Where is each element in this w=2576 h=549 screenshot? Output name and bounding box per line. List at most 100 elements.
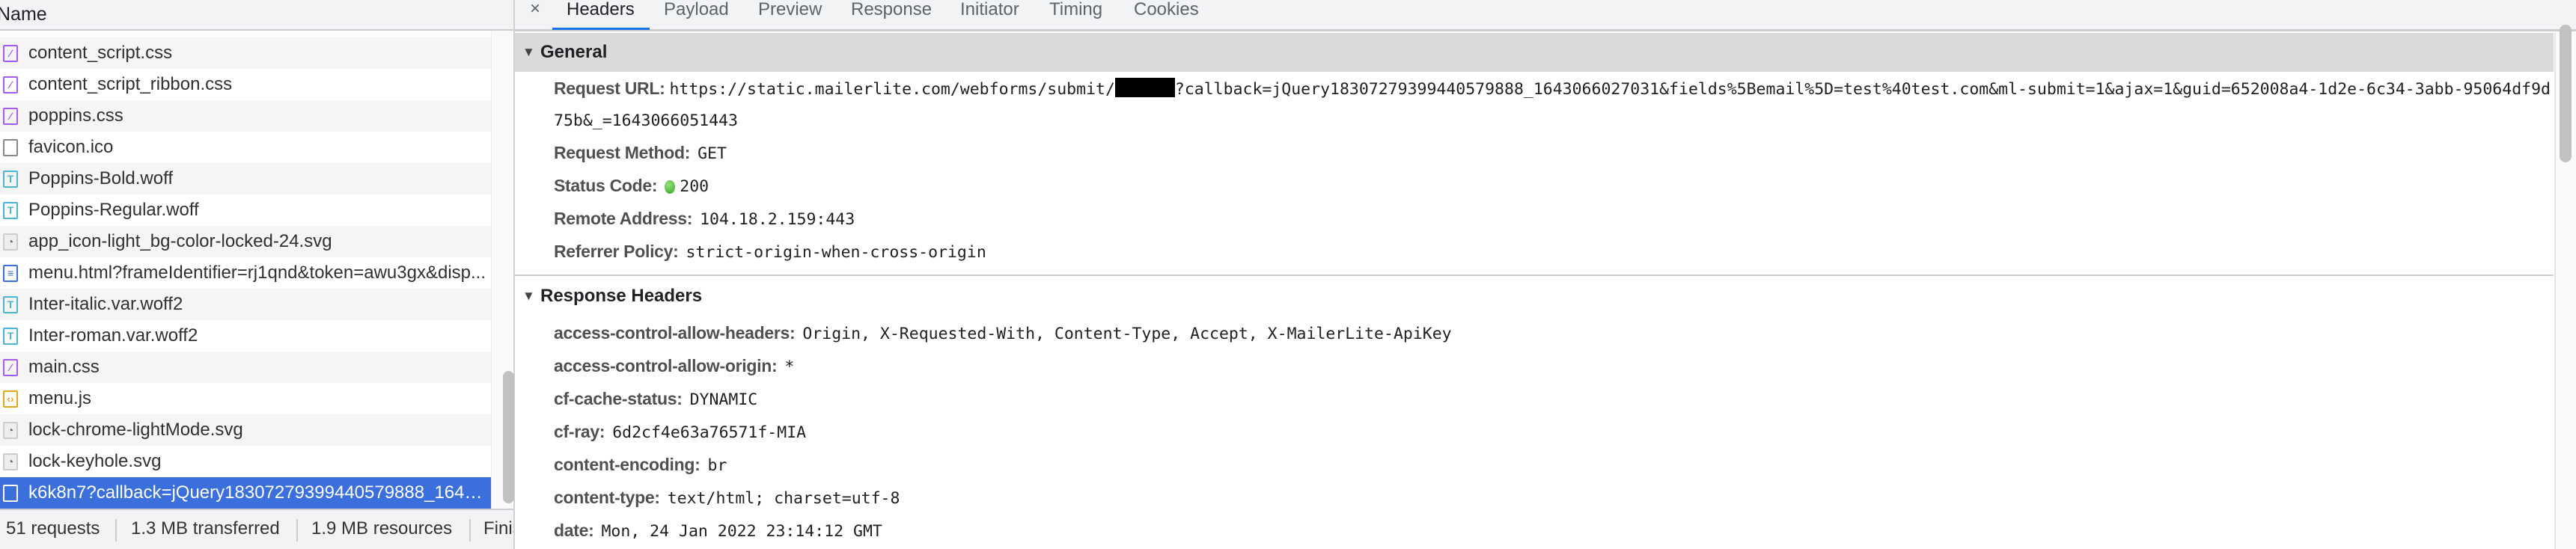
header-name: content-encoding: (554, 455, 701, 474)
request-name: main.css (28, 357, 100, 377)
redaction-block (1114, 78, 1175, 97)
request-row[interactable]: k6k8n7?callback=jQuery183072793994405798… (0, 477, 491, 509)
request-row[interactable]: T Poppins-Regular.woff (0, 194, 491, 226)
request-row[interactable]: T Inter-roman.var.woff2 (0, 320, 491, 352)
font-icon: T (3, 296, 18, 313)
header-name: cf-cache-status: (554, 389, 683, 408)
document-icon: ≡ (3, 265, 18, 282)
request-name: menu.js (28, 388, 92, 408)
request-row[interactable]: ⁄ content_script.css (0, 37, 491, 69)
header-row: cf-cache-status: DYNAMIC (554, 382, 2545, 417)
header-value[interactable]: 6d2cf4e63a76571f-MIA (612, 423, 806, 442)
request-row[interactable]: ◔ lock-keyhole.svg (0, 446, 491, 477)
request-name: app_icon-light_bg-color-locked-24.svg (28, 231, 332, 251)
request-name: Inter-roman.var.woff2 (28, 325, 198, 346)
tab-payload[interactable]: Payload (664, 0, 729, 19)
header-name: Remote Address: (554, 209, 693, 228)
request-url-row: Request URL: https://static.mailerlite.co… (554, 73, 2552, 136)
stylesheet-icon: ⁄ (3, 108, 18, 125)
header-value[interactable]: Mon, 24 Jan 2022 23:14:12 GMT (601, 522, 882, 541)
request-row[interactable]: ≡ menu.html?frameIdentifier=rj1qnd&token=… (0, 257, 491, 289)
transferred-size: 1.3 MB transferred (131, 518, 280, 539)
header-row: Referrer Policy: strict-origin-when-cross… (554, 235, 2545, 269)
tab-initiator[interactable]: Initiator (960, 0, 1019, 19)
header-row: Remote Address: 104.18.2.159:443 (554, 202, 2545, 236)
request-name: Poppins-Regular.woff (28, 200, 199, 220)
header-row: cf-ray: 6d2cf4e63a76571f-MIA (554, 415, 2545, 450)
tab-cookies[interactable]: Cookies (1134, 0, 1199, 19)
request-details-panel: × Headers Payload Preview Response Initiator… (515, 0, 2576, 549)
general-section-title: General (540, 42, 608, 62)
header-name: access-control-allow-headers: (554, 323, 796, 343)
header-name: date: (554, 521, 594, 540)
details-scrollbar-thumb[interactable] (2560, 25, 2572, 162)
status-ok-icon (665, 180, 676, 194)
header-row: date: Mon, 24 Jan 2022 23:14:12 GMT (554, 514, 2545, 548)
response-headers-title: Response Headers (540, 286, 703, 306)
request-row[interactable]: favicon.ico (0, 132, 491, 163)
close-icon[interactable]: × (530, 0, 540, 18)
header-value[interactable]: text/html; charset=utf-8 (668, 489, 900, 508)
name-column-header[interactable]: Name (0, 0, 513, 31)
tab-preview[interactable]: Preview (758, 0, 822, 19)
finish-time: Finis (483, 518, 513, 539)
header-value[interactable]: DYNAMIC (690, 390, 758, 409)
divider (296, 519, 298, 542)
header-name: content-type: (554, 488, 660, 507)
header-value[interactable]: Origin, X-Requested-With, Content-Type, … (802, 325, 1451, 343)
header-row: access-control-allow-origin: * (554, 349, 2545, 384)
header-name: Referrer Policy: (554, 242, 679, 261)
request-row[interactable]: ⁄ poppins.css (0, 100, 491, 132)
response-headers-section-toggle[interactable]: ▼ Response Headers (515, 277, 2554, 316)
request-url-value[interactable]: https://static.mailerlite.com/webforms/s… (554, 78, 2551, 130)
divider (469, 519, 471, 542)
request-row[interactable]: ‹› menu.js (0, 383, 491, 414)
header-name: access-control-allow-origin: (554, 356, 778, 375)
request-name: k6k8n7?callback=jQuery183072793994405798… (28, 482, 491, 503)
general-section-toggle[interactable]: ▼ General (515, 33, 2554, 72)
stylesheet-icon: ⁄ (3, 359, 18, 376)
request-name: favicon.ico (28, 137, 114, 157)
request-row[interactable]: ⁄ main.css (0, 352, 491, 383)
script-icon: ‹› (3, 390, 18, 408)
header-row: content-encoding: br (554, 448, 2545, 482)
request-list-panel: Name ⁄ content_script.css ⁄ content_script_… (0, 0, 515, 549)
triangle-down-icon: ▼ (522, 45, 535, 59)
tab-headers[interactable]: Headers (567, 0, 635, 19)
request-list: ⁄ content_script.css ⁄ content_script_ribbo… (0, 31, 491, 509)
request-row[interactable]: ⁄ content_script_ribbon.css (0, 69, 491, 100)
request-name: lock-chrome-lightMode.svg (28, 420, 243, 440)
section-divider (515, 274, 2554, 276)
header-value[interactable]: br (708, 456, 727, 475)
request-name: menu.html?frameIdentifier=rj1qnd&token=a… (28, 263, 486, 283)
header-value[interactable]: strict-origin-when-cross-origin (686, 243, 986, 262)
header-value[interactable]: 200 (680, 177, 709, 196)
header-value[interactable]: * (784, 358, 794, 376)
headers-content: ▼ General Request URL: https://static.mail… (515, 33, 2554, 549)
request-row[interactable]: ◔ app_icon-light_bg-color-locked-24.svg (0, 226, 491, 257)
request-url-label: Request URL: (554, 79, 665, 98)
header-row: content-type: text/html; charset=utf-8 (554, 481, 2545, 515)
file-icon (3, 485, 18, 502)
request-row-partial[interactable] (0, 31, 491, 37)
header-name: Request Method: (554, 143, 691, 162)
request-name: Inter-italic.var.woff2 (28, 294, 183, 314)
header-row: Request Method: GET (554, 136, 2545, 171)
request-row[interactable]: ◔ lock-chrome-lightMode.svg (0, 414, 491, 446)
request-name: content_script.css (28, 43, 173, 63)
header-value[interactable]: GET (698, 144, 727, 163)
request-name: content_script_ribbon.css (28, 74, 233, 94)
request-row[interactable]: T Inter-italic.var.woff2 (0, 289, 491, 320)
active-tab-indicator (552, 28, 650, 30)
status-bar: 51 requests 1.3 MB transferred 1.9 MB re… (0, 509, 513, 549)
header-value[interactable]: 104.18.2.159:443 (700, 210, 855, 229)
request-name: Poppins-Bold.woff (28, 168, 174, 188)
tab-response[interactable]: Response (851, 0, 932, 19)
request-row[interactable]: T Poppins-Bold.woff (0, 163, 491, 194)
request-list-scrollbar-thumb[interactable] (503, 371, 514, 503)
request-name: poppins.css (28, 105, 123, 126)
header-name: Status Code: (554, 176, 658, 195)
request-count: 51 requests (6, 518, 100, 539)
header-row: Status Code: 200 (554, 169, 2545, 203)
tab-timing[interactable]: Timing (1049, 0, 1102, 19)
